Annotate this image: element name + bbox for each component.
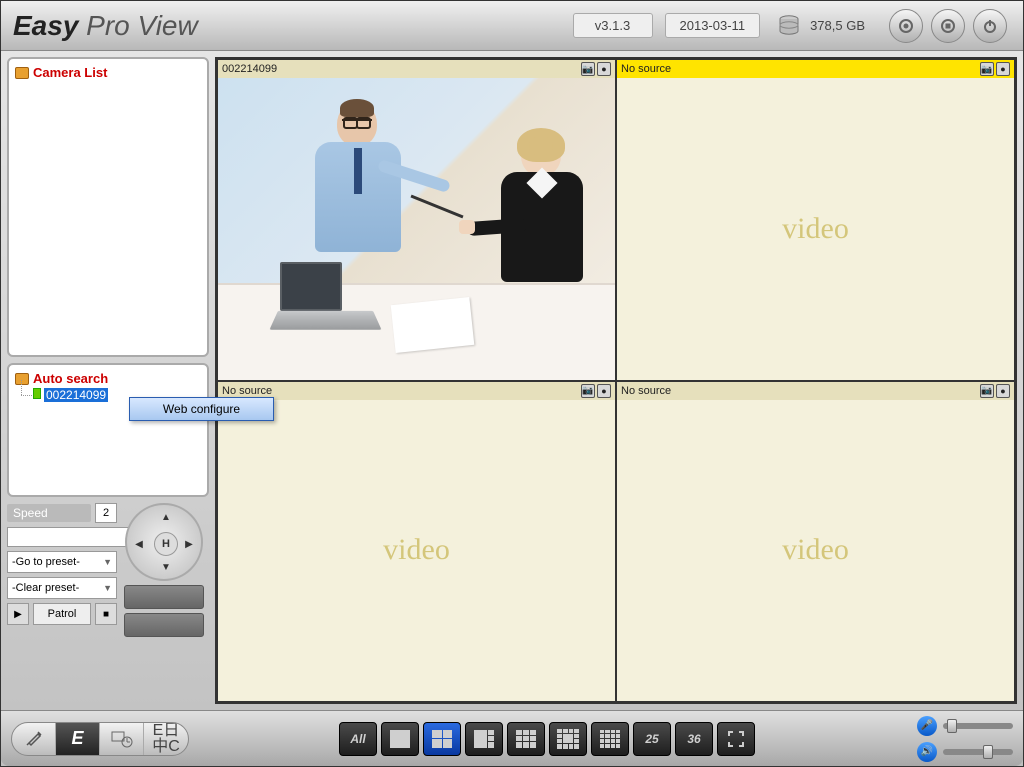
- playback-tab[interactable]: [100, 723, 144, 755]
- camera-icon: [33, 388, 41, 399]
- layout-13-button[interactable]: [549, 722, 587, 756]
- speed-input[interactable]: [95, 503, 117, 523]
- video-cell-1[interactable]: 002214099 📷 ●: [217, 59, 616, 381]
- speed-label: Speed: [7, 504, 91, 522]
- goto-preset-select[interactable]: -Go to preset-▼: [7, 551, 117, 573]
- context-menu-web-configure[interactable]: Web configure: [130, 398, 273, 420]
- cell-title: No source: [621, 385, 671, 397]
- cell-title: No source: [621, 63, 671, 75]
- live-tab[interactable]: E: [56, 723, 100, 755]
- snapshot-icon[interactable]: 📷: [581, 62, 595, 76]
- folder-icon: [15, 67, 29, 79]
- context-menu: Web configure: [129, 397, 274, 421]
- video-placeholder: video: [383, 533, 450, 567]
- ptz-down-button[interactable]: ▼: [156, 557, 176, 577]
- patrol-stop-button[interactable]: ■: [95, 603, 117, 625]
- layout-6-button[interactable]: [465, 722, 503, 756]
- snapshot-icon[interactable]: 📷: [581, 384, 595, 398]
- video-placeholder: video: [782, 533, 849, 567]
- snapshot-icon[interactable]: 📷: [980, 62, 994, 76]
- ptz-right-button[interactable]: ▶: [179, 534, 199, 554]
- camera-list-panel: Camera List: [7, 57, 209, 357]
- patrol-label: Patrol: [33, 603, 91, 625]
- ptz-extra-button-1[interactable]: [124, 585, 204, 609]
- video-cell-2[interactable]: No source 📷 ● video: [616, 59, 1015, 381]
- date-box: 2013-03-11: [665, 13, 761, 38]
- record-button[interactable]: [889, 9, 923, 43]
- speaker-icon[interactable]: 🔊: [917, 742, 937, 762]
- record-icon[interactable]: ●: [597, 384, 611, 398]
- snapshot-icon[interactable]: 📷: [980, 384, 994, 398]
- record-icon[interactable]: ●: [996, 384, 1010, 398]
- video-placeholder: video: [782, 212, 849, 246]
- mic-icon[interactable]: 🎤: [917, 716, 937, 736]
- camera-list-title: Camera List: [15, 65, 201, 80]
- ptz-left-button[interactable]: ◀: [129, 534, 149, 554]
- version-box: v3.1.3: [573, 13, 653, 38]
- footer-toolbar: E E日中C All 25 36 🎤 🔊: [1, 710, 1023, 766]
- layout-16-button[interactable]: [591, 722, 629, 756]
- record-icon[interactable]: ●: [597, 62, 611, 76]
- header-bar: Easy Pro View v3.1.3 2013-03-11 378,5 GB: [1, 1, 1023, 51]
- layout-1-button[interactable]: [381, 722, 419, 756]
- language-tab[interactable]: E日中C: [144, 723, 188, 755]
- auto-search-title: Auto search: [15, 371, 201, 386]
- patrol-play-button[interactable]: ▶: [7, 603, 29, 625]
- storage-text: 378,5 GB: [810, 18, 865, 33]
- cell-title: 002214099: [222, 63, 277, 75]
- disk-icon: [778, 14, 800, 38]
- mode-pill: E E日中C: [11, 722, 189, 756]
- video-cell-3[interactable]: No source 📷 ● video: [217, 381, 616, 703]
- ptz-dpad: ▲ ▼ ◀ ▶ H: [125, 503, 203, 581]
- folder-icon: [15, 373, 29, 385]
- app-logo: Easy Pro View: [13, 10, 198, 42]
- ptz-home-button[interactable]: H: [154, 532, 178, 556]
- mic-slider[interactable]: [943, 723, 1013, 729]
- settings-tab[interactable]: [12, 723, 56, 755]
- record-icon[interactable]: ●: [996, 62, 1010, 76]
- power-button[interactable]: [973, 9, 1007, 43]
- camera-feed: [218, 78, 615, 380]
- ptz-controls: Speed Add -Go to preset-▼ -Clear preset-…: [7, 503, 209, 637]
- speaker-slider[interactable]: [943, 749, 1013, 755]
- layout-4-button[interactable]: [423, 722, 461, 756]
- ptz-up-button[interactable]: ▲: [156, 507, 176, 527]
- clear-preset-select[interactable]: -Clear preset-▼: [7, 577, 117, 599]
- video-cell-4[interactable]: No source 📷 ● video: [616, 381, 1015, 703]
- layout-36-button[interactable]: 36: [675, 722, 713, 756]
- cell-title: No source: [222, 385, 272, 397]
- layout-all-button[interactable]: All: [339, 722, 377, 756]
- layout-9-button[interactable]: [507, 722, 545, 756]
- layout-strip: All 25 36: [339, 722, 755, 756]
- layout-25-button[interactable]: 25: [633, 722, 671, 756]
- video-grid: 002214099 📷 ●: [215, 57, 1017, 704]
- auto-search-panel: Auto search 002214099 Web configure: [7, 363, 209, 497]
- fullscreen-button[interactable]: [717, 722, 755, 756]
- stop-button[interactable]: [931, 9, 965, 43]
- ptz-extra-button-2[interactable]: [124, 613, 204, 637]
